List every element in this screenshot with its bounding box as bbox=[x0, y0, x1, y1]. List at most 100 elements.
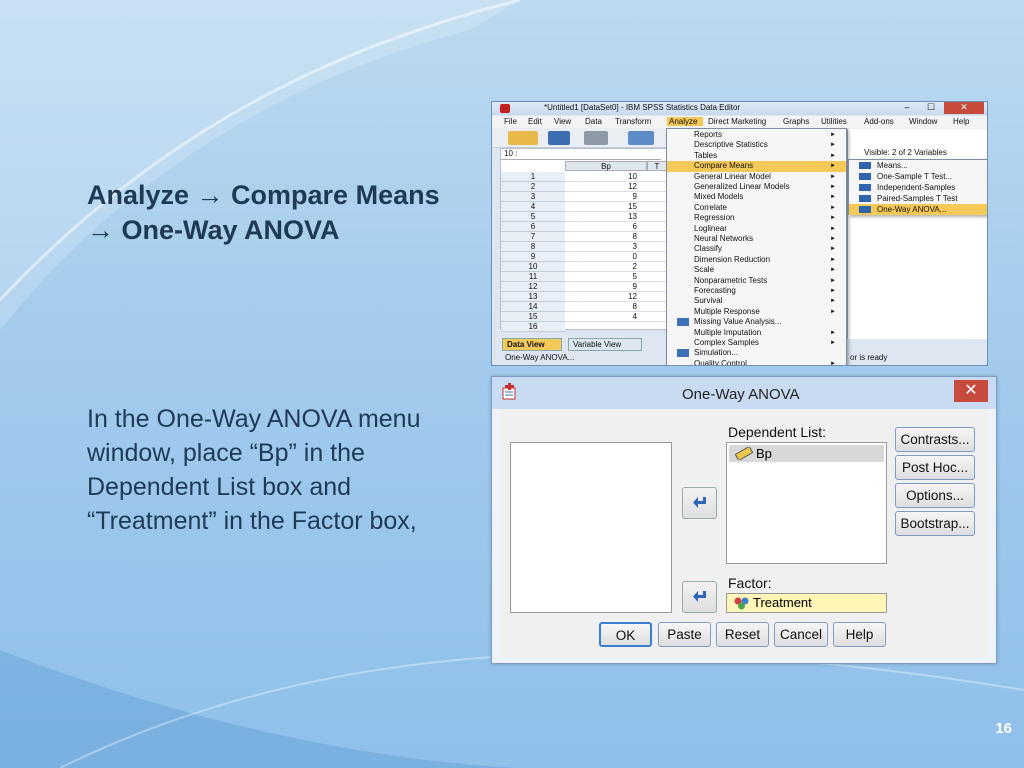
menu-file[interactable]: File bbox=[504, 117, 517, 126]
close-button[interactable]: ✕ bbox=[944, 102, 984, 114]
options-button[interactable]: Options... bbox=[895, 483, 975, 508]
compare-means-item[interactable]: Paired-Samples T Test bbox=[849, 193, 987, 204]
row-number[interactable]: 8 bbox=[501, 242, 565, 252]
dialog-recall-icon[interactable] bbox=[628, 131, 654, 145]
analyze-menu-item[interactable]: Nonparametric Tests ► bbox=[667, 276, 846, 286]
menu-add-ons[interactable]: Add-ons bbox=[864, 117, 894, 126]
analyze-menu-item[interactable]: Multiple Response ► bbox=[667, 307, 846, 317]
analyze-menu-item[interactable]: Quality Control ► bbox=[667, 359, 846, 365]
cell-t[interactable] bbox=[647, 222, 667, 232]
compare-means-item[interactable]: Independent-Samples bbox=[849, 182, 987, 193]
menu-view[interactable]: View bbox=[554, 117, 571, 126]
menu-help[interactable]: Help bbox=[953, 117, 969, 126]
cell-bp[interactable]: 2 bbox=[565, 262, 647, 272]
row-number[interactable]: 11 bbox=[501, 272, 565, 282]
row-number[interactable]: 2 bbox=[501, 182, 565, 192]
row-number[interactable]: 15 bbox=[501, 312, 565, 322]
menu-window[interactable]: Window bbox=[909, 117, 945, 126]
analyze-menu-item[interactable]: Reports ► bbox=[667, 130, 846, 140]
compare-means-item[interactable]: One-Way ANOVA... bbox=[849, 204, 987, 215]
cell-t[interactable] bbox=[647, 312, 667, 322]
analyze-menu-item[interactable]: Compare Means ► bbox=[667, 161, 846, 172]
analyze-menu-item[interactable]: Forecasting ► bbox=[667, 286, 846, 296]
analyze-menu-item[interactable]: Dimension Reduction ► bbox=[667, 255, 846, 265]
menu-edit[interactable]: Edit bbox=[528, 117, 542, 126]
cell-bp[interactable]: 0 bbox=[565, 252, 647, 262]
menu-transform[interactable]: Transform bbox=[615, 117, 661, 126]
analyze-menu-item[interactable]: Complex Samples ► bbox=[667, 338, 846, 348]
cell-t[interactable] bbox=[647, 232, 667, 242]
source-variable-list[interactable] bbox=[510, 442, 672, 613]
analyze-menu-item[interactable]: Multiple Imputation ► bbox=[667, 328, 846, 338]
row-number[interactable]: 1 bbox=[501, 172, 565, 182]
tab-data-view[interactable]: Data View bbox=[502, 338, 562, 351]
cell-t[interactable] bbox=[647, 282, 667, 292]
analyze-menu-item[interactable]: Simulation... bbox=[667, 348, 846, 358]
row-number[interactable]: 10 bbox=[501, 262, 565, 272]
cell-t[interactable] bbox=[647, 202, 667, 212]
analyze-menu-item[interactable]: Classify ► bbox=[667, 244, 846, 254]
menu-data[interactable]: Data bbox=[585, 117, 602, 126]
cancel-button[interactable]: Cancel bbox=[774, 622, 828, 647]
row-number[interactable]: 9 bbox=[501, 252, 565, 262]
cell-bp[interactable]: 15 bbox=[565, 202, 647, 212]
row-number[interactable]: 3 bbox=[501, 192, 565, 202]
bootstrap-button[interactable]: Bootstrap... bbox=[895, 511, 975, 536]
post-hoc-button[interactable]: Post Hoc... bbox=[895, 455, 975, 480]
move-to-factor-button[interactable] bbox=[682, 581, 717, 613]
analyze-menu-item[interactable]: Regression ► bbox=[667, 213, 846, 223]
cell-bp[interactable]: 10 bbox=[565, 172, 647, 182]
column-header-t[interactable]: T bbox=[647, 161, 667, 171]
contrasts-button[interactable]: Contrasts... bbox=[895, 427, 975, 452]
cell-t[interactable] bbox=[647, 322, 667, 332]
dependent-list[interactable]: Bp bbox=[726, 442, 887, 564]
move-to-dependent-button[interactable] bbox=[682, 487, 717, 519]
row-number[interactable]: 7 bbox=[501, 232, 565, 242]
cell-bp[interactable]: 8 bbox=[565, 232, 647, 242]
maximize-button[interactable]: ☐ bbox=[922, 102, 940, 114]
analyze-menu-item[interactable]: Scale ► bbox=[667, 265, 846, 275]
cell-t[interactable] bbox=[647, 192, 667, 202]
tab-variable-view[interactable]: Variable View bbox=[568, 338, 642, 351]
cell-bp[interactable]: 6 bbox=[565, 222, 647, 232]
cell-bp[interactable] bbox=[565, 322, 647, 332]
row-number[interactable]: 5 bbox=[501, 212, 565, 222]
row-number[interactable]: 16 bbox=[501, 322, 565, 332]
cell-t[interactable] bbox=[647, 242, 667, 252]
cell-t[interactable] bbox=[647, 292, 667, 302]
row-number[interactable]: 12 bbox=[501, 282, 565, 292]
cell-bp[interactable]: 9 bbox=[565, 192, 647, 202]
row-number[interactable]: 4 bbox=[501, 202, 565, 212]
cell-bp[interactable]: 12 bbox=[565, 182, 647, 192]
compare-means-item[interactable]: One-Sample T Test... bbox=[849, 171, 987, 182]
cell-t[interactable] bbox=[647, 272, 667, 282]
menu-utilities[interactable]: Utilities bbox=[821, 117, 859, 126]
analyze-menu-item[interactable]: Descriptive Statistics ► bbox=[667, 140, 846, 150]
analyze-menu-item[interactable]: Missing Value Analysis... bbox=[667, 317, 846, 327]
row-number[interactable]: 13 bbox=[501, 292, 565, 302]
analyze-menu-item[interactable]: Loglinear ► bbox=[667, 224, 846, 234]
help-button[interactable]: Help bbox=[833, 622, 886, 647]
cell-bp[interactable]: 12 bbox=[565, 292, 647, 302]
cell-t[interactable] bbox=[647, 262, 667, 272]
compare-means-item[interactable]: Means... bbox=[849, 160, 987, 171]
cell-bp[interactable]: 9 bbox=[565, 282, 647, 292]
cell-t[interactable] bbox=[647, 172, 667, 182]
minimize-button[interactable]: – bbox=[898, 102, 916, 114]
analyze-menu-item[interactable]: Survival ► bbox=[667, 296, 846, 306]
menu-analyze[interactable]: Analyze bbox=[667, 117, 703, 126]
print-icon[interactable] bbox=[584, 131, 608, 145]
factor-field[interactable]: Treatment bbox=[726, 593, 887, 613]
cell-bp[interactable]: 8 bbox=[565, 302, 647, 312]
paste-button[interactable]: Paste bbox=[658, 622, 711, 647]
reset-button[interactable]: Reset bbox=[716, 622, 769, 647]
cell-t[interactable] bbox=[647, 302, 667, 312]
cell-t[interactable] bbox=[647, 182, 667, 192]
cell-t[interactable] bbox=[647, 212, 667, 222]
analyze-menu-item[interactable]: Tables ► bbox=[667, 151, 846, 161]
dialog-close-button[interactable]: ✕ bbox=[954, 380, 988, 402]
analyze-menu-item[interactable]: Neural Networks ► bbox=[667, 234, 846, 244]
open-folder-icon[interactable] bbox=[508, 131, 538, 145]
column-header-bp[interactable]: Bp bbox=[565, 161, 647, 171]
row-number[interactable]: 14 bbox=[501, 302, 565, 312]
